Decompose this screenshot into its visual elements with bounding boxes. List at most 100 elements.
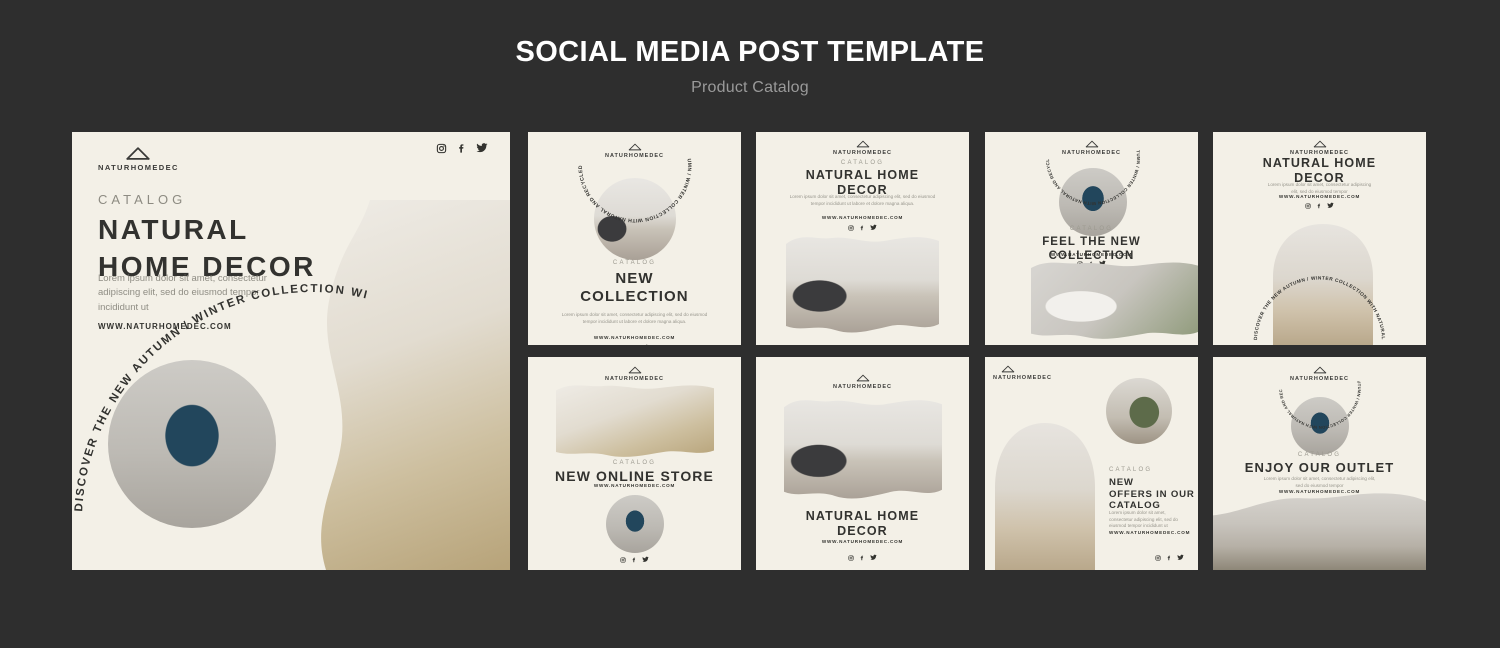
brand-wordmark: NATURHOMEDEC <box>1062 150 1121 156</box>
card-website-url[interactable]: WWW.NATURHOMEDEC.COM <box>985 252 1198 257</box>
twitter-icon[interactable] <box>870 554 877 561</box>
brand-wordmark: NATURHOMEDEC <box>833 150 892 156</box>
page-header: SOCIAL MEDIA POST TEMPLATE Product Catal… <box>0 0 1500 97</box>
card-circle-photo <box>1291 397 1349 455</box>
brand-wordmark: NATURHOMEDEC <box>993 375 1052 381</box>
brand-wordmark: NATURHOMEDEC <box>833 384 892 390</box>
house-arch-icon <box>628 143 642 151</box>
facebook-icon[interactable] <box>1316 203 1322 209</box>
card-circle-photo <box>594 178 676 260</box>
card-title-line-1: NEW <box>1109 477 1134 488</box>
post-card-feel-the-new-collection[interactable]: NATURHOMEDEC DISCOVER THE NEW AUTUMN / W… <box>985 132 1198 345</box>
house-arch-icon <box>125 146 151 161</box>
hero-side-photo <box>310 200 510 570</box>
card-title-line-1: NEW <box>615 270 654 287</box>
facebook-icon[interactable] <box>456 143 467 154</box>
card-title-line-1: FEEL THE NEW <box>1042 236 1141 248</box>
house-arch-icon <box>1313 366 1327 374</box>
post-card-enjoy-our-outlet[interactable]: NATURHOMEDEC DISCOVER THE NEW AUTUMN / W… <box>1213 357 1426 570</box>
brand-wordmark: NATURHOMEDEC <box>1290 376 1349 382</box>
twitter-icon[interactable] <box>870 224 877 231</box>
facebook-icon[interactable] <box>631 345 637 346</box>
post-card-new-collection[interactable]: NATURHOMEDEC DISCOVER THE NEW AUTUMN / W… <box>528 132 741 345</box>
card-eyebrow: CATALOG <box>1109 467 1153 473</box>
facebook-icon[interactable] <box>859 225 865 231</box>
card-title: ENJOY OUR OUTLET <box>1213 460 1426 476</box>
card-eyebrow: CATALOG <box>840 160 885 166</box>
card-title-line-1: NATURAL HOME <box>805 509 920 523</box>
card-title: NEW OFFERS IN OUR CATALOG <box>1109 477 1195 512</box>
card-website-url[interactable]: WWW.NATURHOMEDEC.COM <box>1213 194 1426 199</box>
instagram-icon[interactable] <box>436 143 447 154</box>
hero-title-line-1: NATURAL <box>98 214 249 245</box>
card-title-line-1: NATURAL HOME <box>805 168 920 182</box>
post-card-natural-home-decor-arch[interactable]: NATURHOMEDEC NATURAL HOME DECOR Lorem ip… <box>1213 132 1426 345</box>
house-arch-icon <box>856 374 870 382</box>
card-photo <box>1031 260 1198 340</box>
card-body-text: Lorem ipsum dolor sit amet, consectetur … <box>561 312 708 324</box>
post-card-natural-home-decor-b[interactable]: NATURHOMEDEC NATURAL HOME DECOR WWW.NATU… <box>756 357 969 570</box>
instagram-icon[interactable] <box>848 555 854 561</box>
card-website-url[interactable]: WWW.NATURHOMEDEC.COM <box>756 215 969 220</box>
card-social-links[interactable] <box>756 554 969 561</box>
card-eyebrow: CATALOG <box>1297 452 1342 458</box>
hero-eyebrow: CATALOG <box>98 192 187 207</box>
hero-social-links[interactable] <box>436 142 488 154</box>
card-photo <box>786 234 939 334</box>
brand-wordmark: NATURHOMEDEC <box>605 153 664 159</box>
card-social-links[interactable] <box>1155 554 1184 561</box>
card-circle-photo <box>1106 378 1172 444</box>
hero-post-card[interactable]: NATURHOMEDEC CATALOG NATURAL HOME DECOR … <box>72 132 510 570</box>
card-website-url[interactable]: WWW.NATURHOMEDEC.COM <box>1213 489 1426 494</box>
card-title-line-1: NATURAL HOME <box>1262 156 1377 170</box>
card-eyebrow: CATALOG <box>1069 226 1114 232</box>
card-logo: NATURHOMEDEC <box>756 140 969 156</box>
card-logo: NATURHOMEDEC <box>528 366 741 382</box>
twitter-icon[interactable] <box>642 344 649 345</box>
brand-wordmark: NATURHOMEDEC <box>605 376 664 382</box>
facebook-icon[interactable] <box>1166 555 1172 561</box>
card-logo: NATURHOMEDEC <box>756 374 969 390</box>
card-photo <box>556 383 714 458</box>
instagram-icon[interactable] <box>848 225 854 231</box>
facebook-icon[interactable] <box>859 555 865 561</box>
card-website-url[interactable]: WWW.NATURHOMEDEC.COM <box>756 539 969 544</box>
instagram-icon[interactable] <box>620 345 626 346</box>
card-arch-photo <box>995 423 1095 570</box>
card-body-text: Lorem ipsum dolor sit amet, consectetur … <box>1263 476 1376 488</box>
card-logo: NATURHOMEDEC <box>985 140 1198 156</box>
page-title: SOCIAL MEDIA POST TEMPLATE <box>515 36 985 68</box>
instagram-icon[interactable] <box>1155 555 1161 561</box>
twitter-icon[interactable] <box>642 556 649 563</box>
card-title-line-1: ENJOY OUR OUTLET <box>1244 460 1395 475</box>
card-website-url[interactable]: WWW.NATURHOMEDEC.COM <box>528 335 741 340</box>
post-card-new-online-store[interactable]: NATURHOMEDEC CATALOG NEW ONLINE STORE WW… <box>528 357 741 570</box>
instagram-icon[interactable] <box>620 557 626 563</box>
screenshot-root: SOCIAL MEDIA POST TEMPLATE Product Catal… <box>0 0 1500 648</box>
card-title-line-2: OFFERS IN OUR <box>1109 488 1195 500</box>
facebook-icon[interactable] <box>631 557 637 563</box>
card-eyebrow: CATALOG <box>612 460 657 466</box>
card-social-links[interactable] <box>756 224 969 231</box>
house-arch-icon <box>1313 140 1327 148</box>
card-website-url[interactable]: WWW.NATURHOMEDEC.COM <box>1109 530 1190 535</box>
post-card-new-offers-in-our-catalog[interactable]: NATURHOMEDEC CATALOG NEW OFFERS IN OUR C… <box>985 357 1198 570</box>
card-social-links[interactable] <box>528 344 741 345</box>
card-title: FEEL THE NEW COLLECTION <box>985 235 1198 263</box>
card-social-links[interactable] <box>528 556 741 563</box>
instagram-icon[interactable] <box>1305 203 1311 209</box>
hero-website-url[interactable]: WWW.NATURHOMEDEC.COM <box>98 322 232 331</box>
card-logo: NATURHOMEDEC <box>528 143 741 159</box>
hero-circle-photo <box>108 360 276 528</box>
twitter-icon[interactable] <box>1177 554 1184 561</box>
card-title-line-2: DECOR <box>837 524 888 539</box>
card-body-text: Lorem ipsum dolor sit amet, consectetur … <box>1109 510 1178 529</box>
card-title: NEW COLLECTION <box>528 270 741 307</box>
twitter-icon[interactable] <box>1327 202 1334 209</box>
card-website-url[interactable]: WWW.NATURHOMEDEC.COM <box>528 483 741 488</box>
hero-body-text: Lorem ipsum dolor sit amet, consectetur … <box>98 273 267 313</box>
post-card-natural-home-decor-a[interactable]: NATURHOMEDEC CATALOG NATURAL HOME DECOR … <box>756 132 969 345</box>
card-social-links[interactable] <box>1213 202 1426 209</box>
hero-logo: NATURHOMEDEC <box>98 146 179 172</box>
twitter-icon[interactable] <box>476 142 488 154</box>
